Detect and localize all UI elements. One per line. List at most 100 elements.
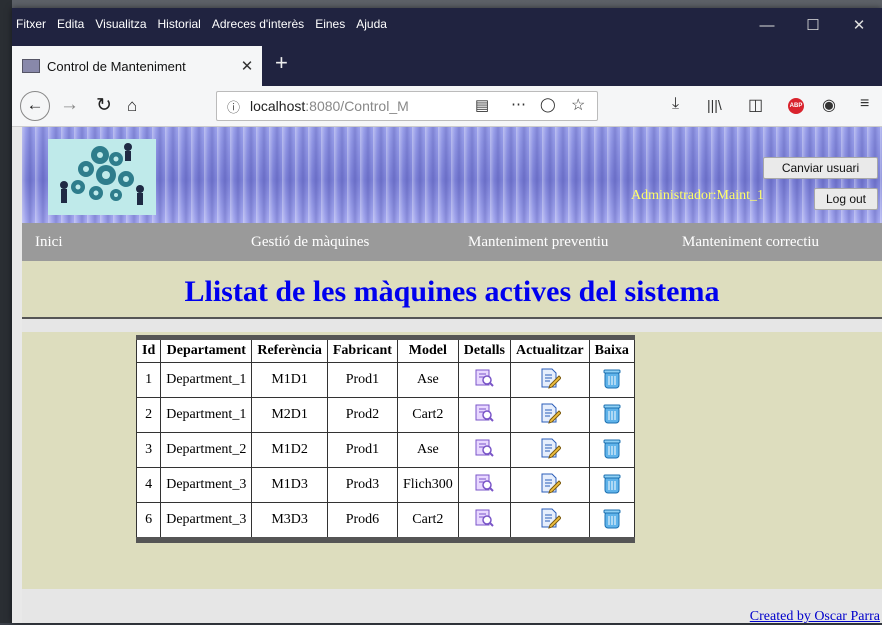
- maximize-button[interactable]: ☐: [790, 8, 836, 42]
- trash-bin-icon[interactable]: [602, 437, 622, 464]
- cell-actualitzar: [509, 432, 590, 468]
- minimize-button[interactable]: —: [744, 8, 790, 42]
- cell-fabricant: Prod6: [326, 502, 398, 541]
- cell-id: 4: [135, 467, 162, 503]
- forward-icon[interactable]: →: [60, 94, 79, 116]
- menu-eines[interactable]: Eines: [315, 17, 345, 31]
- title-bar: Fitxer Edita Visualitza Historial Adrece…: [12, 8, 882, 42]
- home-icon[interactable]: ⌂: [127, 96, 137, 116]
- cell-referencia: M1D3: [251, 467, 328, 503]
- cell-model: Cart2: [396, 502, 459, 541]
- col-detalls: Detalls: [457, 337, 511, 363]
- details-icon[interactable]: [474, 368, 495, 393]
- cell-actualitzar: [509, 362, 590, 398]
- pocket-icon[interactable]: ◯: [540, 96, 556, 113]
- nav-item-manteniment-correctiu[interactable]: Manteniment correctiu: [682, 234, 819, 251]
- site-nav: Inici Gestió de màquines Manteniment pre…: [22, 223, 882, 261]
- cell-baixa: [588, 397, 635, 433]
- trash-bin-icon[interactable]: [602, 507, 622, 534]
- downloads-icon[interactable]: ⤓: [672, 95, 679, 113]
- title-band: Llistat de les màquines actives del sist…: [22, 261, 882, 319]
- page-banner: Canviar usuari Administrador:Maint_1 Log…: [22, 127, 882, 223]
- cell-fabricant: Prod3: [326, 467, 398, 503]
- details-icon[interactable]: [474, 508, 495, 533]
- table-row: 4 Department_3 M1D3 Prod3 Flich300: [135, 467, 635, 503]
- address-bar[interactable]: ⓘ localhost:8080/Control_M ▤ ⋯ ◯ ☆: [216, 91, 598, 121]
- table-row: 1 Department_1 M1D1 Prod1 Ase: [135, 362, 635, 398]
- url-text: localhost:8080/Control_M: [250, 98, 410, 114]
- menu-ajuda[interactable]: Ajuda: [356, 17, 387, 31]
- cell-departament: Department_3: [160, 467, 253, 503]
- cell-detalls: [457, 432, 511, 468]
- details-icon[interactable]: [474, 403, 495, 428]
- cell-departament: Department_1: [160, 362, 253, 398]
- cell-baixa: [588, 467, 635, 503]
- window-controls: — ☐ ✕: [744, 8, 882, 42]
- sidebar-icon[interactable]: ◫: [748, 95, 763, 115]
- tab-strip: Control de Manteniment ✕ +: [12, 42, 882, 86]
- table-body: 1 Department_1 M1D1 Prod1 Ase 2 Department_1 M2…: [135, 362, 635, 541]
- back-icon[interactable]: ←: [20, 91, 50, 121]
- page-title: Llistat de les màquines actives del sist…: [184, 275, 720, 308]
- adblock-icon[interactable]: ABP: [788, 98, 804, 114]
- cell-actualitzar: [509, 502, 590, 541]
- site-info-icon[interactable]: ⓘ: [227, 97, 240, 116]
- new-tab-icon[interactable]: +: [275, 50, 288, 76]
- col-departament: Departament: [160, 337, 253, 363]
- menu-fitxer[interactable]: Fitxer: [16, 17, 46, 31]
- change-user-button[interactable]: Canviar usuari: [763, 157, 878, 179]
- menu-historial[interactable]: Historial: [158, 17, 201, 31]
- details-icon[interactable]: [474, 473, 495, 498]
- trash-bin-icon[interactable]: [602, 367, 622, 394]
- nav-item-gestio-maquines[interactable]: Gestió de màquines: [251, 234, 369, 251]
- cell-detalls: [457, 467, 511, 503]
- cell-id: 3: [135, 432, 162, 468]
- table-row: 6 Department_3 M3D3 Prod6 Cart2: [135, 502, 635, 541]
- reload-icon[interactable]: ↻: [96, 94, 112, 117]
- menu-adreces[interactable]: Adreces d'interès: [212, 17, 304, 31]
- url-path: :8080/Control_M: [305, 98, 409, 114]
- cell-fabricant: Prod1: [326, 362, 398, 398]
- navigation-toolbar: ← → ↻ ⌂ ⓘ localhost:8080/Control_M ▤ ⋯ ◯…: [12, 86, 882, 127]
- menu-bar: Fitxer Edita Visualitza Historial Adrece…: [16, 17, 387, 31]
- machines-table: Id Departament Referència Fabricant Mode…: [135, 335, 635, 543]
- trash-bin-icon[interactable]: [602, 472, 622, 499]
- trash-bin-icon[interactable]: [602, 402, 622, 429]
- cell-departament: Department_1: [160, 397, 253, 433]
- edit-document-icon[interactable]: [539, 507, 562, 534]
- cell-model: Cart2: [396, 397, 459, 433]
- col-referencia: Referència: [251, 337, 328, 363]
- close-window-button[interactable]: ✕: [836, 8, 882, 42]
- tab-control-de-manteniment[interactable]: Control de Manteniment ✕: [12, 46, 262, 86]
- browser-window: Fitxer Edita Visualitza Historial Adrece…: [12, 8, 882, 624]
- edit-document-icon[interactable]: [539, 402, 562, 429]
- page-content: Canviar usuari Administrador:Maint_1 Log…: [22, 127, 882, 624]
- close-tab-icon[interactable]: ✕: [232, 57, 262, 75]
- edit-document-icon[interactable]: [539, 472, 562, 499]
- cell-id: 2: [135, 397, 162, 433]
- cell-detalls: [457, 397, 511, 433]
- url-host: localhost: [250, 98, 306, 114]
- cell-departament: Department_3: [160, 502, 253, 541]
- account-icon[interactable]: ◉: [822, 95, 836, 115]
- page-actions-icon[interactable]: ⋯: [511, 95, 526, 113]
- gears-team-logo-icon: [60, 143, 144, 205]
- nav-item-inici[interactable]: Inici: [35, 234, 63, 251]
- menu-visualitza[interactable]: Visualitza: [95, 17, 146, 31]
- cell-id: 1: [135, 362, 162, 398]
- edit-document-icon[interactable]: [539, 437, 562, 464]
- hamburger-menu-icon[interactable]: ≡: [860, 95, 869, 113]
- nav-item-manteniment-preventiu[interactable]: Manteniment preventiu: [468, 234, 608, 251]
- cell-model: Flich300: [396, 467, 459, 503]
- details-icon[interactable]: [474, 438, 495, 463]
- cell-detalls: [457, 502, 511, 541]
- col-baixa: Baixa: [588, 337, 635, 363]
- reader-view-icon[interactable]: ▤: [475, 96, 489, 114]
- library-icon[interactable]: |||\: [707, 97, 722, 113]
- table-row: 3 Department_2 M1D2 Prod1 Ase: [135, 432, 635, 468]
- table-row: 2 Department_1 M2D1 Prod2 Cart2: [135, 397, 635, 433]
- edit-document-icon[interactable]: [539, 367, 562, 394]
- logout-button[interactable]: Log out: [814, 188, 878, 210]
- bookmark-star-icon[interactable]: ☆: [571, 95, 585, 115]
- menu-edita[interactable]: Edita: [57, 17, 84, 31]
